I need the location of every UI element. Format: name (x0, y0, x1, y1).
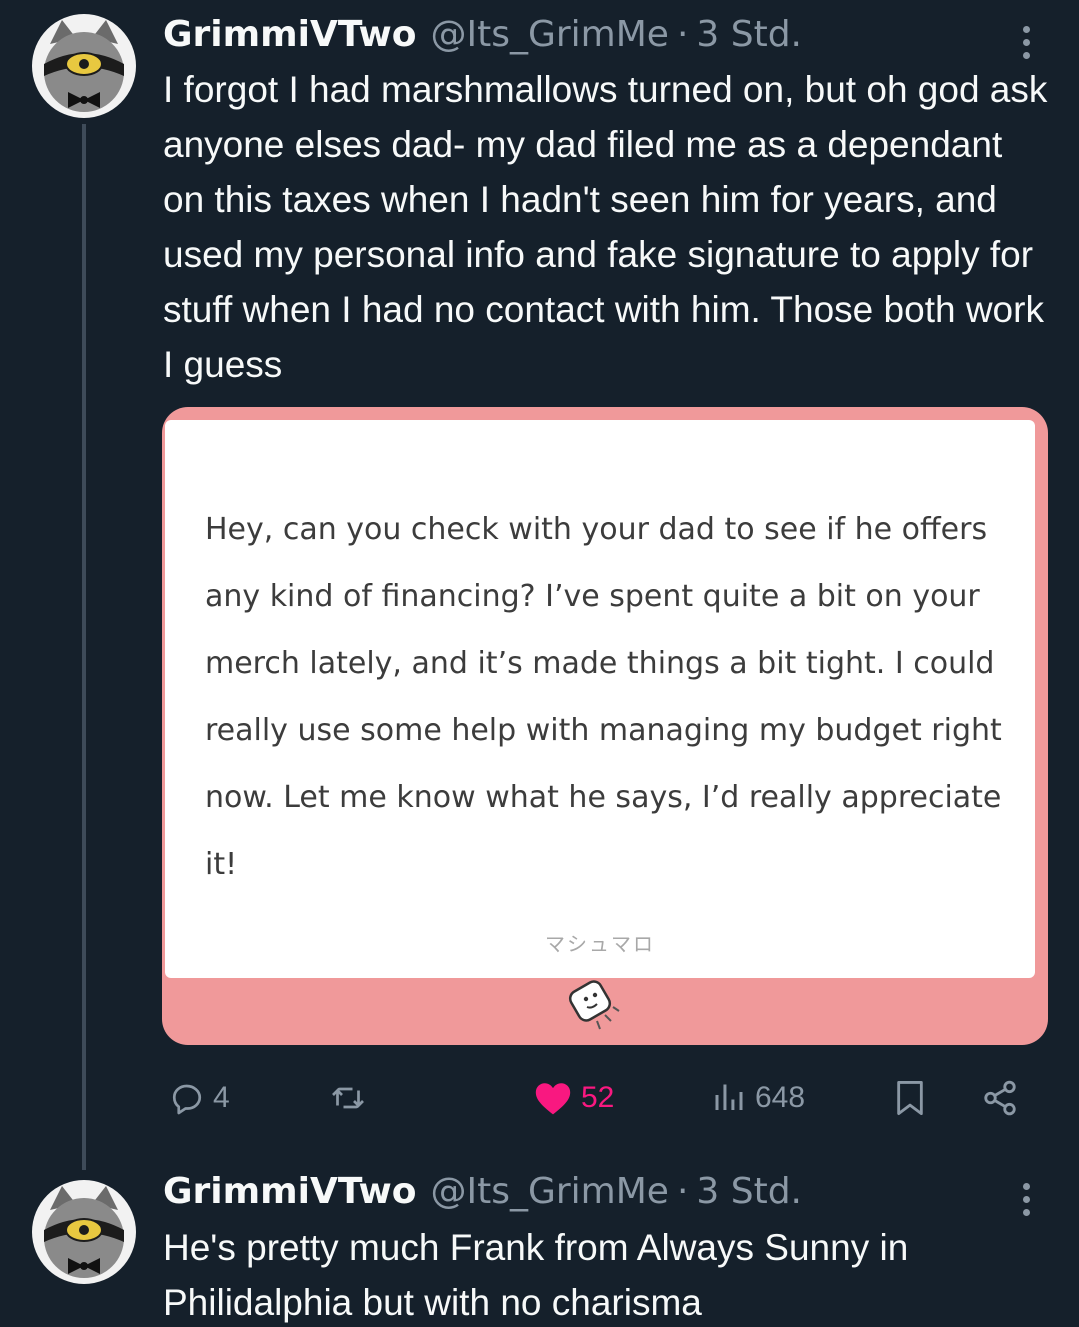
user-handle[interactable]: @Its_GrimMe (430, 1171, 668, 1212)
views-button[interactable]: 648 (711, 1068, 805, 1128)
reply-icon (172, 1084, 202, 1115)
tweet-text: I forgot I had marshmallows turned on, b… (163, 69, 1048, 385)
bookmark-icon (897, 1080, 923, 1115)
like-button[interactable]: 52 (533, 1068, 614, 1128)
question-card: Hey, can you check with your dad to see … (165, 420, 1035, 978)
media-card[interactable]: Hey, can you check with your dad to see … (162, 407, 1048, 1045)
retweet-button[interactable] (329, 1068, 367, 1128)
user-handle[interactable]: @Its_GrimMe (430, 14, 668, 55)
like-icon (535, 1083, 571, 1115)
more-options-icon[interactable] (1012, 1177, 1040, 1221)
timestamp[interactable]: 3 Std. (696, 14, 802, 55)
tweet: GrimmiVTwo @Its_GrimMe · 3 Std. I forgot… (0, 0, 1079, 1170)
more-options-icon[interactable] (1012, 20, 1040, 64)
retweet-icon (332, 1087, 364, 1109)
tweet-header: GrimmiVTwo @Its_GrimMe · 3 Std. (163, 14, 802, 58)
brand-label: マシュマロ (545, 932, 655, 956)
question-text: Hey, can you check with your dad to see … (205, 512, 1002, 882)
tweet-header: GrimmiVTwo @Its_GrimMe · 3 Std. (163, 1171, 802, 1215)
avatar[interactable] (32, 14, 136, 118)
like-count: 52 (581, 1081, 615, 1114)
tweet-actions: 4 52 648 (163, 1068, 1043, 1128)
display-name[interactable]: GrimmiVTwo (163, 14, 416, 55)
timestamp[interactable]: 3 Std. (696, 1171, 802, 1212)
view-count: 648 (755, 1081, 806, 1114)
thread-line (82, 124, 86, 1170)
share-button[interactable] (981, 1068, 1019, 1128)
avatar[interactable] (32, 1180, 136, 1284)
share-icon (984, 1080, 1016, 1116)
separator: · (676, 1171, 689, 1212)
reply-count: 4 (213, 1081, 230, 1114)
separator: · (676, 14, 689, 55)
display-name[interactable]: GrimmiVTwo (163, 1171, 416, 1212)
reply-button[interactable]: 4 (169, 1068, 230, 1128)
views-icon (715, 1084, 743, 1110)
marshmallow-mascot-icon (568, 980, 620, 1030)
tweet-text: He's pretty much Frank from Always Sunny… (163, 1227, 909, 1323)
bookmark-button[interactable] (893, 1068, 927, 1128)
